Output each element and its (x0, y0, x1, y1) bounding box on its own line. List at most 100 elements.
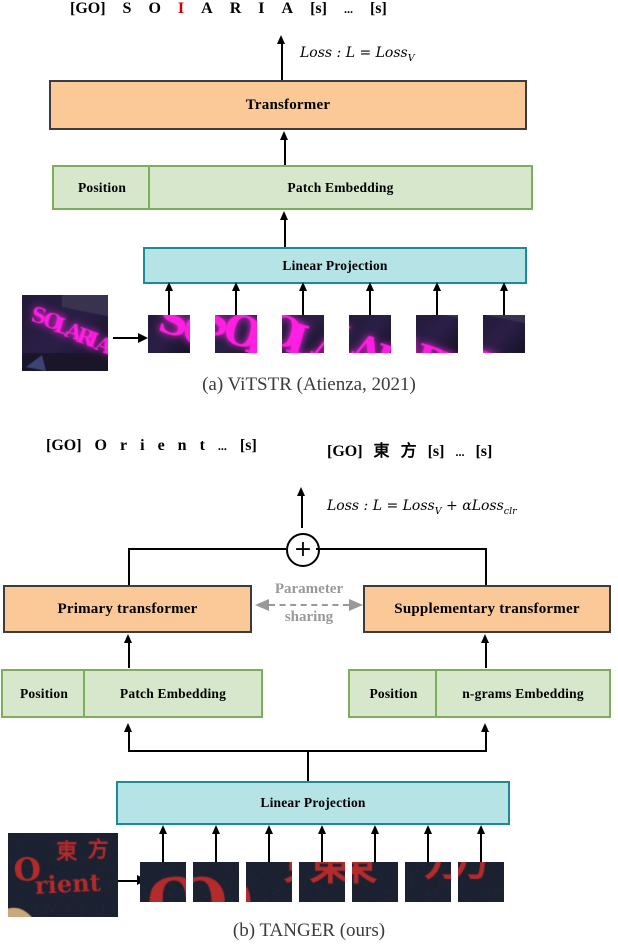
patch-arrow-shaft (235, 289, 237, 315)
sequence-token: n (178, 437, 187, 454)
patch-arrow-shaft (168, 289, 170, 315)
sequence-token: R (230, 0, 242, 17)
image-patch (352, 862, 398, 902)
panel-b-ngrams-embedding-label: n-grams Embedding (437, 687, 609, 701)
panel-a-caption: (a) ViTSTR (Atienza, 2021) (0, 374, 618, 396)
patch-arrow-shaft (427, 832, 429, 862)
image-patch (349, 315, 391, 353)
sequence-token: ... (218, 439, 227, 453)
patch-arrow-shaft (480, 832, 482, 862)
sequence-token: ... (344, 2, 353, 16)
sequence-token: [s] (240, 437, 257, 454)
panel-b-bus-up-right-shaft (485, 730, 487, 752)
panel-b-bus-stem (307, 750, 309, 782)
arrow-left-icon (255, 599, 269, 611)
patch-arrow-shaft (302, 289, 304, 315)
sequence-token: 方 (401, 443, 417, 460)
sequence-token: [s] (310, 0, 327, 17)
panel-a-embedding-box: Position Patch Embedding (52, 165, 533, 210)
panel-b-loss-subscript-1: V (435, 506, 442, 517)
panel-b-merge-drop-right (485, 548, 487, 585)
panel-a-embed-to-transformer-head (280, 131, 288, 140)
panel-b-output-arrow-head (297, 487, 305, 496)
panel-a-loss-label: Loss : L = LossV (300, 45, 415, 64)
image-patch (246, 862, 292, 902)
sequence-token: i (140, 437, 144, 454)
panel-a-transformer-box: Transformer (49, 80, 527, 130)
sequence-token: [GO] (46, 437, 82, 454)
panel-a-loss-subscript: V (408, 53, 415, 64)
panel-b-bus-up-left-head (124, 723, 132, 732)
panel-a-transformer-label: Transformer (246, 98, 330, 113)
panel-a-embed-to-transformer-shaft (284, 138, 286, 165)
patch-arrow-head (232, 282, 240, 291)
panel-b-primary-transformer-label: Primary transformer (58, 602, 198, 617)
panel-b-right-position-label: Position (350, 687, 437, 701)
panel-b-parameter-sharing-line1: Parameter (255, 582, 363, 598)
sequence-token: ... (455, 445, 464, 459)
sequence-token: [s] (370, 0, 387, 17)
sequence-token: I (178, 0, 184, 17)
image-patch (215, 315, 257, 353)
patch-arrow-head (299, 282, 307, 291)
image-patch (416, 315, 458, 353)
panel-b-caption: (b) TANGER (ours) (0, 920, 618, 942)
image-patch (483, 315, 525, 353)
panel-b-output-arrow-shaft (301, 494, 303, 528)
panel-a-output-sequence: [GO] S O I A R I A [s]... [s] (70, 0, 404, 18)
panel-b-loss-plus: + αLoss (442, 498, 504, 514)
patch-arrow-shaft (503, 289, 505, 315)
image-patch (299, 862, 345, 902)
panel-a-source-image (22, 295, 108, 371)
sequence-token: e (158, 437, 165, 454)
sequence-token: [s] (428, 443, 445, 460)
patch-arrow-head (318, 825, 326, 834)
dashed-line (269, 604, 349, 606)
panel-b-left-embedding-box: Position Patch Embedding (1, 669, 263, 718)
panel-b-output-sequence-left: [GO] Or i e n t... [s] (46, 437, 270, 455)
panel-b-patch-embedding-label: Patch Embedding (85, 687, 261, 701)
patch-arrow-head (265, 825, 273, 834)
panel-b-left-embed-to-transformer-head (124, 634, 132, 643)
sequence-token: 東 (374, 443, 390, 460)
arrow-right-icon (349, 599, 363, 611)
patch-arrow-shaft (162, 832, 164, 862)
panel-b-bus-up-right-head (481, 723, 489, 732)
image-patch (282, 315, 324, 353)
panel-b-linear-projection-label: Linear Projection (260, 796, 365, 810)
panel-a-source-arrow-head (138, 333, 148, 343)
panel-b-loss-label: Loss : L = LossV + αLossclr (327, 498, 517, 517)
panel-b-source-image (8, 833, 118, 917)
panel-a-proj-to-embed-shaft (284, 218, 286, 248)
panel-b-linear-projection-box: Linear Projection (116, 781, 510, 825)
panel-a-source-arrow-shaft (113, 337, 140, 339)
sequence-token: r (120, 437, 127, 454)
panel-b-sum-node: + (286, 533, 320, 567)
image-patch (458, 862, 504, 902)
panel-a-proj-to-embed-head (280, 211, 288, 220)
patch-arrow-head (159, 825, 167, 834)
patch-arrow-shaft (215, 832, 217, 862)
image-patch (148, 315, 190, 353)
panel-b-output-sequence-right: [GO] 東方 [s]... [s] (327, 437, 503, 461)
panel-b-loss-subscript-2: clr (504, 506, 517, 517)
sequence-token: S (123, 0, 132, 17)
image-patch (140, 862, 186, 902)
panel-b-primary-transformer-box: Primary transformer (3, 585, 252, 633)
patch-arrow-shaft (369, 289, 371, 315)
panel-b-parameter-sharing-line2: sharing (255, 610, 363, 626)
sequence-token: A (201, 0, 213, 17)
panel-b-merge-line-left (128, 548, 286, 550)
sequence-token: A (282, 0, 294, 17)
panel-a-output-arrow-head (277, 35, 285, 44)
panel-b-left-embed-to-transformer-shaft (128, 641, 130, 668)
panel-b-bus-up-left-shaft (128, 730, 130, 752)
patch-arrow-head (212, 825, 220, 834)
panel-a-loss-text: Loss : L = Loss (300, 45, 408, 61)
panel-a-position-label: Position (54, 181, 150, 195)
panel-b-left-position-label: Position (3, 687, 85, 701)
patch-arrow-head (500, 282, 508, 291)
panel-b-merge-drop-left (128, 548, 130, 585)
patch-arrow-head (165, 282, 173, 291)
panel-b-loss-text: Loss : L = Loss (327, 498, 435, 514)
